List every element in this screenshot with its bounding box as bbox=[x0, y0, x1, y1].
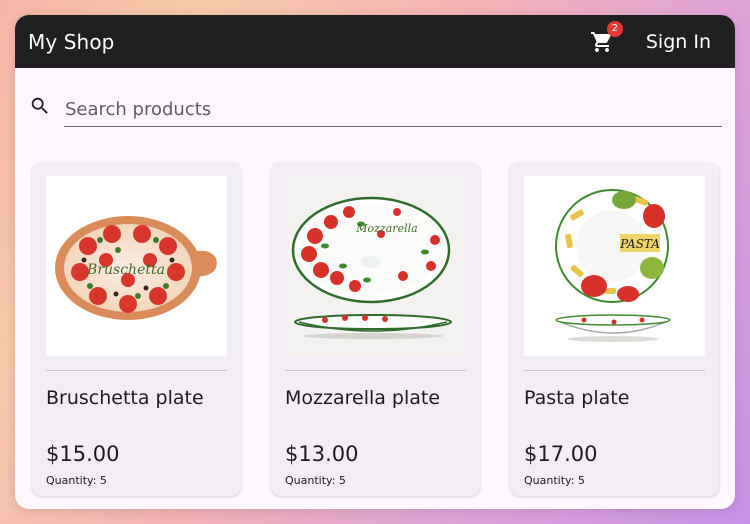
search-icon bbox=[31, 97, 48, 114]
sign-in-button[interactable]: Sign In bbox=[646, 31, 711, 53]
brand-title[interactable]: My Shop bbox=[28, 30, 114, 54]
product-image: Bruschetta bbox=[46, 176, 227, 356]
product-image: Mozzarella bbox=[285, 176, 466, 356]
product-card[interactable]: PASTA Pasta plate $17.00 Quantity: 5 bbox=[510, 162, 719, 496]
cart-count-badge: 2 bbox=[606, 20, 623, 37]
top-app-bar: My Shop 2 Sign In bbox=[15, 15, 735, 68]
app-window: My Shop 2 Sign In Search products Brusch… bbox=[15, 15, 735, 509]
search-bar bbox=[29, 93, 722, 129]
search-input[interactable] bbox=[64, 93, 722, 127]
product-price: $13.00 bbox=[285, 442, 359, 466]
product-quantity: Quantity: 5 bbox=[285, 474, 346, 487]
product-quantity: Quantity: 5 bbox=[524, 474, 585, 487]
plate-lettering: PASTA bbox=[619, 237, 660, 251]
product-image: PASTA bbox=[524, 176, 705, 356]
product-price: $17.00 bbox=[524, 442, 598, 466]
product-name: Pasta plate bbox=[524, 387, 630, 409]
plate-lettering: Mozzarella bbox=[355, 222, 417, 235]
cart-button[interactable]: 2 bbox=[590, 20, 623, 54]
product-quantity: Quantity: 5 bbox=[46, 474, 107, 487]
product-grid: Bruschetta Bruschetta plate $15.00 Quant… bbox=[32, 162, 719, 496]
plate-lettering: Bruschetta bbox=[86, 262, 165, 278]
product-name: Mozzarella plate bbox=[285, 387, 441, 409]
product-name: Bruschetta plate bbox=[46, 387, 204, 409]
product-price: $15.00 bbox=[46, 442, 120, 466]
product-card[interactable]: Mozzarella Mozzarella plate $13.00 Quant… bbox=[271, 162, 480, 496]
product-card[interactable]: Bruschetta Bruschetta plate $15.00 Quant… bbox=[32, 162, 241, 496]
